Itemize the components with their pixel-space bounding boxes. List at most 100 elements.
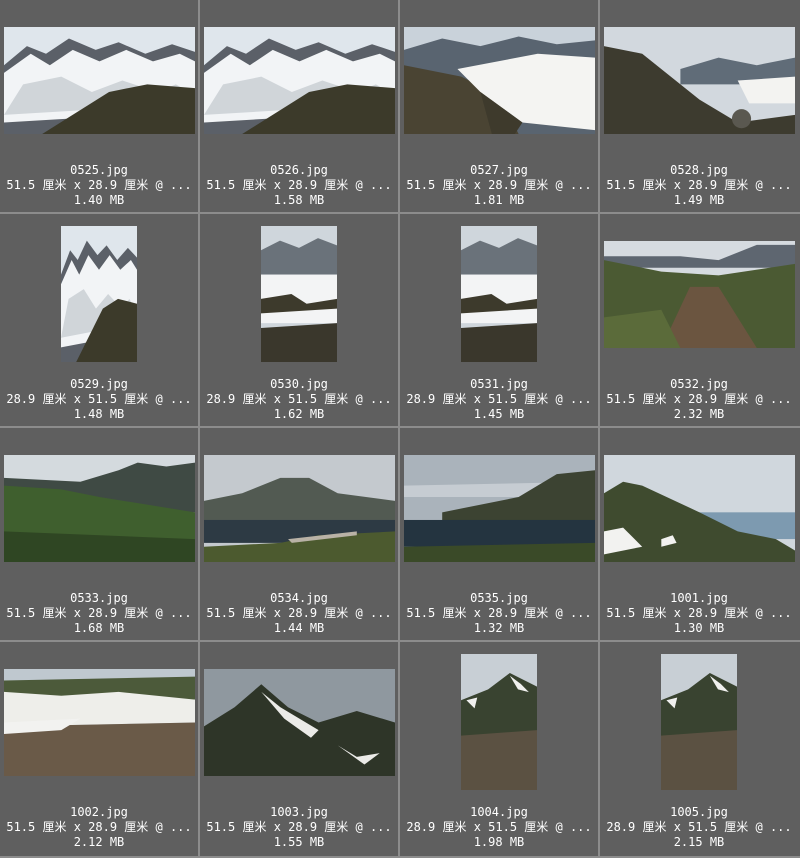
image-dimensions: 51.5 厘米 x 28.9 厘米 @ ...	[206, 820, 392, 834]
thumbnail-tile[interactable]: 0529.jpg 28.9 厘米 x 51.5 厘米 @ ... 1.48 MB	[0, 214, 200, 428]
file-name: 0534.jpg	[270, 591, 328, 605]
image-dimensions: 28.9 厘米 x 51.5 厘米 @ ...	[406, 392, 592, 406]
thumbnail-meta: 1005.jpg 28.9 厘米 x 51.5 厘米 @ ... 2.15 MB	[600, 805, 798, 850]
thumbnail-image-area	[0, 0, 198, 160]
thumbnail-meta: 0526.jpg 51.5 厘米 x 28.9 厘米 @ ... 1.58 MB	[200, 163, 398, 208]
file-size: 1.40 MB	[73, 193, 125, 207]
photo-thumbnail[interactable]	[261, 226, 337, 362]
thumbnail-meta: 0529.jpg 28.9 厘米 x 51.5 厘米 @ ... 1.48 MB	[0, 377, 198, 422]
photo-thumbnail[interactable]	[203, 454, 395, 562]
thumbnail-tile[interactable]: 0534.jpg 51.5 厘米 x 28.9 厘米 @ ... 1.44 MB	[200, 428, 400, 642]
image-dimensions: 51.5 厘米 x 28.9 厘米 @ ...	[6, 820, 192, 834]
file-name: 0525.jpg	[70, 163, 128, 177]
thumbnail-meta: 0533.jpg 51.5 厘米 x 28.9 厘米 @ ... 1.68 MB	[0, 591, 198, 636]
photo-thumbnail[interactable]	[661, 654, 737, 790]
thumbnail-tile[interactable]: 0528.jpg 51.5 厘米 x 28.9 厘米 @ ... 1.49 MB	[600, 0, 800, 214]
thumbnail-meta: 1003.jpg 51.5 厘米 x 28.9 厘米 @ ... 1.55 MB	[200, 805, 398, 850]
file-name: 1003.jpg	[270, 805, 328, 819]
photo-thumbnail[interactable]	[603, 26, 795, 134]
image-dimensions: 51.5 厘米 x 28.9 厘米 @ ...	[206, 178, 392, 192]
thumbnail-meta: 1004.jpg 28.9 厘米 x 51.5 厘米 @ ... 1.98 MB	[400, 805, 598, 850]
image-dimensions: 51.5 厘米 x 28.9 厘米 @ ...	[406, 606, 592, 620]
thumbnail-tile[interactable]: 0526.jpg 51.5 厘米 x 28.9 厘米 @ ... 1.58 MB	[200, 0, 400, 214]
thumbnail-image-area	[200, 0, 398, 160]
thumbnail-image-area	[400, 642, 598, 802]
thumbnail-meta: 0532.jpg 51.5 厘米 x 28.9 厘米 @ ... 2.32 MB	[600, 377, 798, 422]
file-name: 0529.jpg	[70, 377, 128, 391]
file-name: 0528.jpg	[670, 163, 728, 177]
thumbnail-tile[interactable]: 0525.jpg 51.5 厘米 x 28.9 厘米 @ ... 1.40 MB	[0, 0, 200, 214]
file-name: 1001.jpg	[670, 591, 728, 605]
photo-thumbnail[interactable]	[203, 668, 395, 776]
thumbnail-tile[interactable]: 0527.jpg 51.5 厘米 x 28.9 厘米 @ ... 1.81 MB	[400, 0, 600, 214]
photo-thumbnail[interactable]	[603, 454, 795, 562]
thumbnail-image-area	[600, 214, 798, 374]
file-size: 1.44 MB	[273, 621, 325, 635]
photo-thumbnail[interactable]	[3, 454, 195, 562]
photo-thumbnail[interactable]	[403, 26, 595, 134]
file-name: 0533.jpg	[70, 591, 128, 605]
thumbnail-tile[interactable]: 0531.jpg 28.9 厘米 x 51.5 厘米 @ ... 1.45 MB	[400, 214, 600, 428]
thumbnail-tile[interactable]: 0535.jpg 51.5 厘米 x 28.9 厘米 @ ... 1.32 MB	[400, 428, 600, 642]
image-dimensions: 51.5 厘米 x 28.9 厘米 @ ...	[606, 392, 792, 406]
photo-thumbnail[interactable]	[461, 654, 537, 790]
thumbnail-image-area	[0, 642, 198, 802]
photo-thumbnail[interactable]	[461, 226, 537, 362]
file-size: 2.32 MB	[673, 407, 725, 421]
thumbnail-image-area	[400, 214, 598, 374]
thumbnail-meta: 0535.jpg 51.5 厘米 x 28.9 厘米 @ ... 1.32 MB	[400, 591, 598, 636]
thumbnail-image-area	[0, 214, 198, 374]
file-size: 1.49 MB	[673, 193, 725, 207]
photo-thumbnail[interactable]	[203, 26, 395, 134]
thumbnail-tile[interactable]: 1003.jpg 51.5 厘米 x 28.9 厘米 @ ... 1.55 MB	[200, 642, 400, 858]
file-size: 1.55 MB	[273, 835, 325, 849]
thumbnail-image-area	[600, 428, 798, 588]
file-name: 1002.jpg	[70, 805, 128, 819]
file-name: 1004.jpg	[470, 805, 528, 819]
thumbnail-image-area	[400, 0, 598, 160]
image-dimensions: 28.9 厘米 x 51.5 厘米 @ ...	[406, 820, 592, 834]
file-name: 1005.jpg	[670, 805, 728, 819]
file-name: 0535.jpg	[470, 591, 528, 605]
file-size: 1.32 MB	[473, 621, 525, 635]
thumbnail-tile[interactable]: 0533.jpg 51.5 厘米 x 28.9 厘米 @ ... 1.68 MB	[0, 428, 200, 642]
image-dimensions: 28.9 厘米 x 51.5 厘米 @ ...	[606, 820, 792, 834]
thumbnail-image-area	[600, 642, 798, 802]
file-name: 0527.jpg	[470, 163, 528, 177]
file-name: 0531.jpg	[470, 377, 528, 391]
photo-thumbnail[interactable]	[61, 226, 137, 362]
thumbnail-tile[interactable]: 1005.jpg 28.9 厘米 x 51.5 厘米 @ ... 2.15 MB	[600, 642, 800, 858]
photo-thumbnail[interactable]	[603, 240, 795, 348]
thumbnail-image-area	[400, 428, 598, 588]
thumbnail-tile[interactable]: 1002.jpg 51.5 厘米 x 28.9 厘米 @ ... 2.12 MB	[0, 642, 200, 858]
image-dimensions: 28.9 厘米 x 51.5 厘米 @ ...	[206, 392, 392, 406]
image-dimensions: 51.5 厘米 x 28.9 厘米 @ ...	[6, 606, 192, 620]
thumbnail-meta: 0530.jpg 28.9 厘米 x 51.5 厘米 @ ... 1.62 MB	[200, 377, 398, 422]
file-size: 2.15 MB	[673, 835, 725, 849]
image-dimensions: 51.5 厘米 x 28.9 厘米 @ ...	[6, 178, 192, 192]
thumbnail-meta: 1001.jpg 51.5 厘米 x 28.9 厘米 @ ... 1.30 MB	[600, 591, 798, 636]
thumbnail-image-area	[0, 428, 198, 588]
file-size: 1.45 MB	[473, 407, 525, 421]
image-dimensions: 51.5 厘米 x 28.9 厘米 @ ...	[606, 178, 792, 192]
thumbnail-image-area	[200, 214, 398, 374]
photo-thumbnail[interactable]	[403, 454, 595, 562]
file-size: 2.12 MB	[73, 835, 125, 849]
photo-thumbnail[interactable]	[3, 668, 195, 776]
thumbnail-meta: 0534.jpg 51.5 厘米 x 28.9 厘米 @ ... 1.44 MB	[200, 591, 398, 636]
thumbnail-tile[interactable]: 1004.jpg 28.9 厘米 x 51.5 厘米 @ ... 1.98 MB	[400, 642, 600, 858]
file-size: 1.62 MB	[273, 407, 325, 421]
photo-thumbnail[interactable]	[3, 26, 195, 134]
thumbnail-meta: 0531.jpg 28.9 厘米 x 51.5 厘米 @ ... 1.45 MB	[400, 377, 598, 422]
thumbnail-image-area	[200, 428, 398, 588]
file-size: 1.30 MB	[673, 621, 725, 635]
image-dimensions: 51.5 厘米 x 28.9 厘米 @ ...	[206, 606, 392, 620]
image-dimensions: 51.5 厘米 x 28.9 厘米 @ ...	[606, 606, 792, 620]
thumbnail-tile[interactable]: 0532.jpg 51.5 厘米 x 28.9 厘米 @ ... 2.32 MB	[600, 214, 800, 428]
thumbnail-tile[interactable]: 0530.jpg 28.9 厘米 x 51.5 厘米 @ ... 1.62 MB	[200, 214, 400, 428]
thumbnail-image-area	[200, 642, 398, 802]
thumbnail-tile[interactable]: 1001.jpg 51.5 厘米 x 28.9 厘米 @ ... 1.30 MB	[600, 428, 800, 642]
image-dimensions: 51.5 厘米 x 28.9 厘米 @ ...	[406, 178, 592, 192]
image-dimensions: 28.9 厘米 x 51.5 厘米 @ ...	[6, 392, 192, 406]
thumbnail-meta: 0525.jpg 51.5 厘米 x 28.9 厘米 @ ... 1.40 MB	[0, 163, 198, 208]
